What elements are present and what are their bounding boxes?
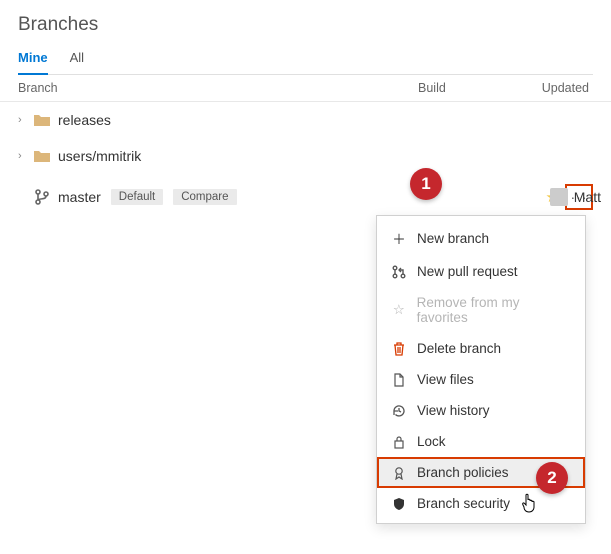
lock-icon [391, 435, 407, 449]
menu-label: View files [417, 372, 474, 387]
branch-row-releases[interactable]: › releases [0, 102, 611, 138]
file-icon [391, 373, 407, 387]
menu-lock[interactable]: Lock [377, 426, 585, 457]
default-badge: Default [111, 189, 163, 205]
column-headers: Branch Build Updated [0, 75, 611, 102]
compare-badge: Compare [173, 189, 236, 205]
trash-icon [391, 342, 407, 356]
menu-label: Branch policies [417, 465, 509, 480]
menu-new-pull-request[interactable]: New pull request [377, 256, 585, 287]
menu-label: View history [417, 403, 490, 418]
branch-folder-label[interactable]: users/mmitrik [52, 148, 141, 164]
tabs: Mine All [18, 46, 593, 75]
col-build[interactable]: Build [418, 81, 538, 95]
folder-icon [32, 113, 52, 127]
tab-mine[interactable]: Mine [18, 46, 48, 75]
annotation-callout-2: 2 [536, 462, 568, 494]
plus-icon: ＋ [391, 228, 407, 248]
menu-label: Remove from my favorites [417, 295, 571, 325]
menu-label: Branch security [417, 496, 510, 511]
menu-label: New pull request [417, 264, 518, 279]
menu-new-branch[interactable]: ＋ New branch [377, 220, 585, 256]
col-updated[interactable]: Updated [538, 81, 593, 95]
avatar [550, 188, 568, 206]
branch-row-master[interactable]: master Default Compare ★ ··· Matt [0, 174, 611, 220]
menu-label: Lock [417, 434, 446, 449]
author-name[interactable]: Matt [574, 189, 601, 205]
col-branch[interactable]: Branch [18, 81, 418, 95]
branch-row-users[interactable]: › users/mmitrik [0, 138, 611, 174]
menu-view-history[interactable]: View history [377, 395, 585, 426]
branch-label[interactable]: master [52, 189, 101, 205]
tab-all[interactable]: All [70, 46, 84, 74]
pull-request-icon [391, 265, 407, 279]
chevron-right-icon[interactable]: › [18, 150, 32, 162]
menu-view-files[interactable]: View files [377, 364, 585, 395]
annotation-callout-1: 1 [410, 168, 442, 200]
page-title: Branches [18, 14, 593, 36]
menu-remove-favorite: ☆ Remove from my favorites [377, 287, 585, 333]
branch-folder-label[interactable]: releases [52, 112, 111, 128]
menu-label: New branch [417, 231, 489, 246]
folder-icon [32, 149, 52, 163]
policy-medal-icon [391, 466, 407, 480]
history-icon [391, 404, 407, 418]
shield-icon [391, 497, 407, 511]
star-outline-icon: ☆ [391, 302, 407, 318]
chevron-right-icon[interactable]: › [18, 114, 32, 126]
menu-delete-branch[interactable]: Delete branch [377, 333, 585, 364]
menu-label: Delete branch [417, 341, 501, 356]
branch-icon [32, 189, 52, 205]
